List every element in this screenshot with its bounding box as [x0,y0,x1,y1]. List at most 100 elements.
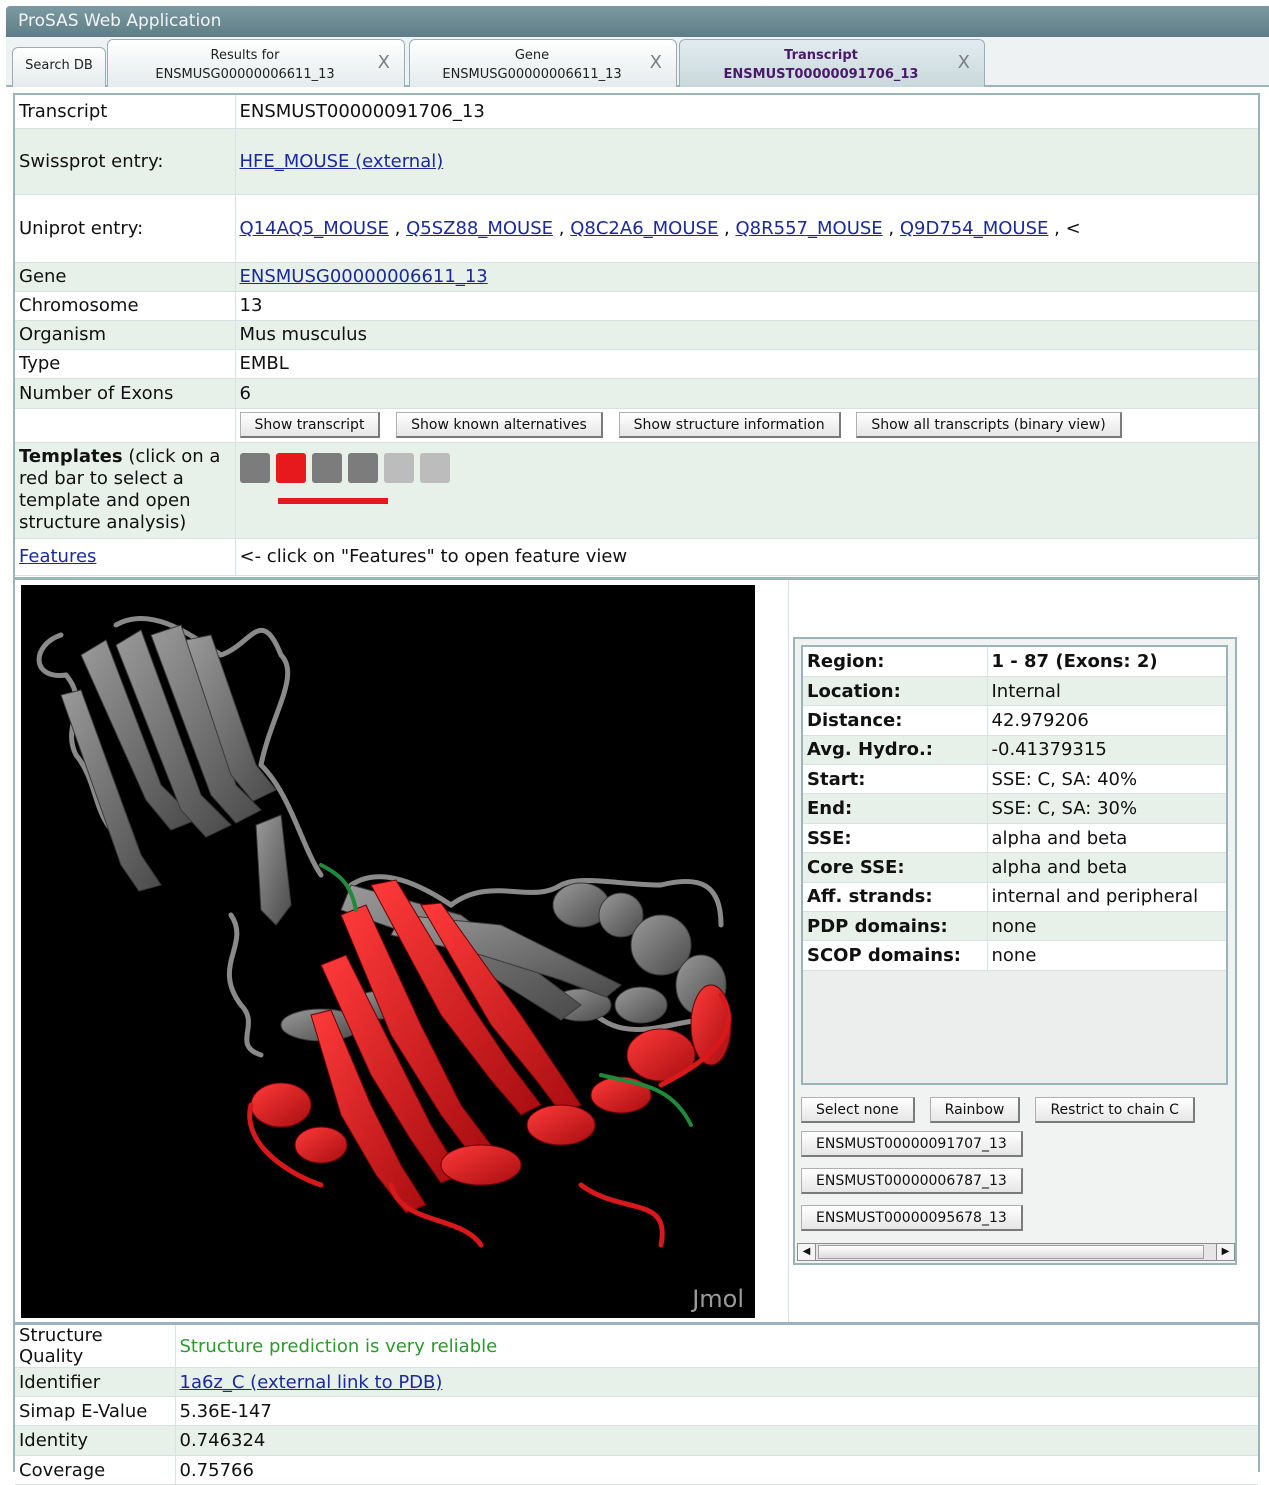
templates-cell [235,442,1258,539]
table-row: PDP domains: none [803,911,1226,942]
show-alternatives-button[interactable]: Show known alternatives [396,412,603,438]
jmol-watermark: Jmol [690,1285,744,1313]
show-all-transcripts-button[interactable]: Show all transcripts (binary view) [856,412,1122,438]
table-row: Aff. strands: internal and peripheral [803,882,1226,913]
uniprot-link[interactable]: Q5SZ88_MOUSE [406,218,553,239]
separator: , [558,217,565,239]
table-row: Swissprot entry: HFE_MOUSE (external) [15,128,1258,195]
separator: , [394,217,401,239]
scroll-thumb[interactable] [818,1245,1204,1259]
uniprot-link[interactable]: Q9D754_MOUSE [900,218,1049,239]
table-row: Organism Mus musculus [15,320,1258,350]
action-buttons: Show transcript Show known alternatives … [235,408,1258,443]
quality-table: Structure Quality Structure prediction i… [15,1325,1258,1485]
alt-transcript-button[interactable]: ENSMUST00000095678_13 [801,1205,1023,1231]
region-buttons: Select none Rainbow Restrict to chain C [801,1097,1231,1123]
jmol-viewer[interactable]: Jmol [21,585,755,1318]
table-row: Features <- click on "Features" to open … [15,538,1258,576]
close-icon[interactable]: X [650,52,662,73]
region-key: Aff. strands: [803,882,988,913]
alt-transcript-button[interactable]: ENSMUST00000006787_13 [801,1168,1023,1194]
tab-results[interactable]: Results for ENSMUSG00000006611_13 X [107,39,405,87]
table-row: Templates (click on a red bar to select … [15,442,1258,539]
rainbow-button[interactable]: Rainbow [929,1097,1021,1123]
features-hint: <- click on "Features" to open feature v… [235,538,1258,576]
region-key: Location: [803,676,988,707]
coverage-label: Coverage [15,1455,176,1485]
tab-sublabel: ENSMUST00000091706_13 [723,67,919,82]
select-none-button[interactable]: Select none [801,1097,915,1123]
template-bar[interactable] [419,452,450,483]
quality-label: Structure Quality [15,1325,176,1368]
table-row: Location: Internal [803,676,1226,707]
region-value: alpha and beta [987,823,1226,854]
swissprot-link[interactable]: HFE_MOUSE (external) [240,151,444,172]
table-row: Coverage 0.75766 [15,1455,1258,1485]
template-bar[interactable] [239,452,270,483]
table-row: Type EMBL [15,349,1258,379]
tab-transcript[interactable]: Transcript ENSMUST00000091706_13 X [679,39,985,87]
region-value: none [987,940,1226,971]
region-key: Core SSE: [803,852,988,883]
show-structure-button[interactable]: Show structure information [618,412,841,438]
uniprot-link[interactable]: Q8C2A6_MOUSE [570,218,718,239]
app-title-bar: ProSAS Web Application [6,6,1269,37]
region-key: SCOP domains: [803,940,988,971]
uniprot-link[interactable]: Q8R557_MOUSE [736,218,883,239]
gene-link[interactable]: ENSMUSG00000006611_13 [240,266,488,287]
quality-panel: Structure Quality Structure prediction i… [13,1323,1260,1485]
table-row: Region: 1 - 87 (Exons: 2) [803,647,1226,677]
template-bar[interactable] [275,452,306,483]
scroll-right-icon[interactable]: ▶ [1216,1244,1234,1260]
table-row: Simap E-Value 5.36E-147 [15,1396,1258,1426]
scroll-left-icon[interactable]: ◀ [798,1244,816,1260]
horizontal-scrollbar[interactable]: ◀ ▶ [797,1243,1235,1261]
type-label: Type [15,349,236,379]
coverage-value: 0.75766 [175,1455,1258,1485]
transcript-label: Transcript [15,95,236,129]
identity-value: 0.746324 [175,1425,1258,1456]
app-title: ProSAS Web Application [18,11,222,31]
region-value: SSE: C, SA: 40% [987,764,1226,795]
close-icon[interactable]: X [378,52,390,73]
alt-transcript-button[interactable]: ENSMUST00000091707_13 [801,1131,1023,1157]
selected-template-bar[interactable] [277,497,388,504]
region-key: Start: [803,764,988,795]
features-link[interactable]: Features [19,546,96,567]
template-bar[interactable] [311,452,342,483]
more-indicator[interactable]: < [1066,218,1081,239]
table-row: Structure Quality Structure prediction i… [15,1325,1258,1368]
region-key: Avg. Hydro.: [803,735,988,766]
table-row: Gene ENSMUSG00000006611_13 [15,262,1258,292]
transcript-value: ENSMUST00000091706_13 [235,95,1258,129]
template-bar[interactable] [347,452,378,483]
separator: , [724,217,730,239]
table-row: Avg. Hydro.: -0.41379315 [803,735,1226,766]
pdb-link[interactable]: 1a6z_C (external link to PDB) [180,1372,443,1393]
region-value: Internal [987,676,1226,707]
show-transcript-button[interactable]: Show transcript [239,412,381,438]
quality-value: Structure prediction is very reliable [175,1325,1258,1368]
region-value: -0.41379315 [987,735,1226,766]
region-panel: Region: 1 - 87 (Exons: 2) Location: Interna… [793,637,1237,1265]
table-row: Uniprot entry: Q14AQ5_MOUSE , Q5SZ88_MOU… [15,194,1258,263]
swissprot-label: Swissprot entry: [15,128,236,195]
empty-cell [15,408,236,443]
close-icon[interactable]: X [958,52,970,73]
table-row: Transcript ENSMUST00000091706_13 [15,95,1258,129]
selected-template-indicator [240,497,1255,504]
transcript-info-table: Transcript ENSMUST00000091706_13 Swisspr… [15,95,1258,576]
alt-transcript-list: ENSMUST00000091707_13 ENSMUST00000006787… [801,1131,1231,1231]
transcript-info-panel: Transcript ENSMUST00000091706_13 Swisspr… [13,93,1260,579]
template-bar[interactable] [383,452,414,483]
identity-label: Identity [15,1425,176,1456]
tab-gene[interactable]: Gene ENSMUSG00000006611_13 X [409,39,677,87]
grey-beta-sheets [60,624,292,926]
region-table: Region: 1 - 87 (Exons: 2) Location: Interna… [803,647,1226,971]
restrict-chain-button[interactable]: Restrict to chain C [1035,1097,1195,1123]
uniprot-link[interactable]: Q14AQ5_MOUSE [240,218,389,239]
region-value: internal and peripheral [987,882,1226,913]
tab-label: Gene [514,48,550,63]
region-value: 1 - 87 (Exons: 2) [987,647,1226,677]
tab-search-db[interactable]: Search DB [12,47,106,87]
